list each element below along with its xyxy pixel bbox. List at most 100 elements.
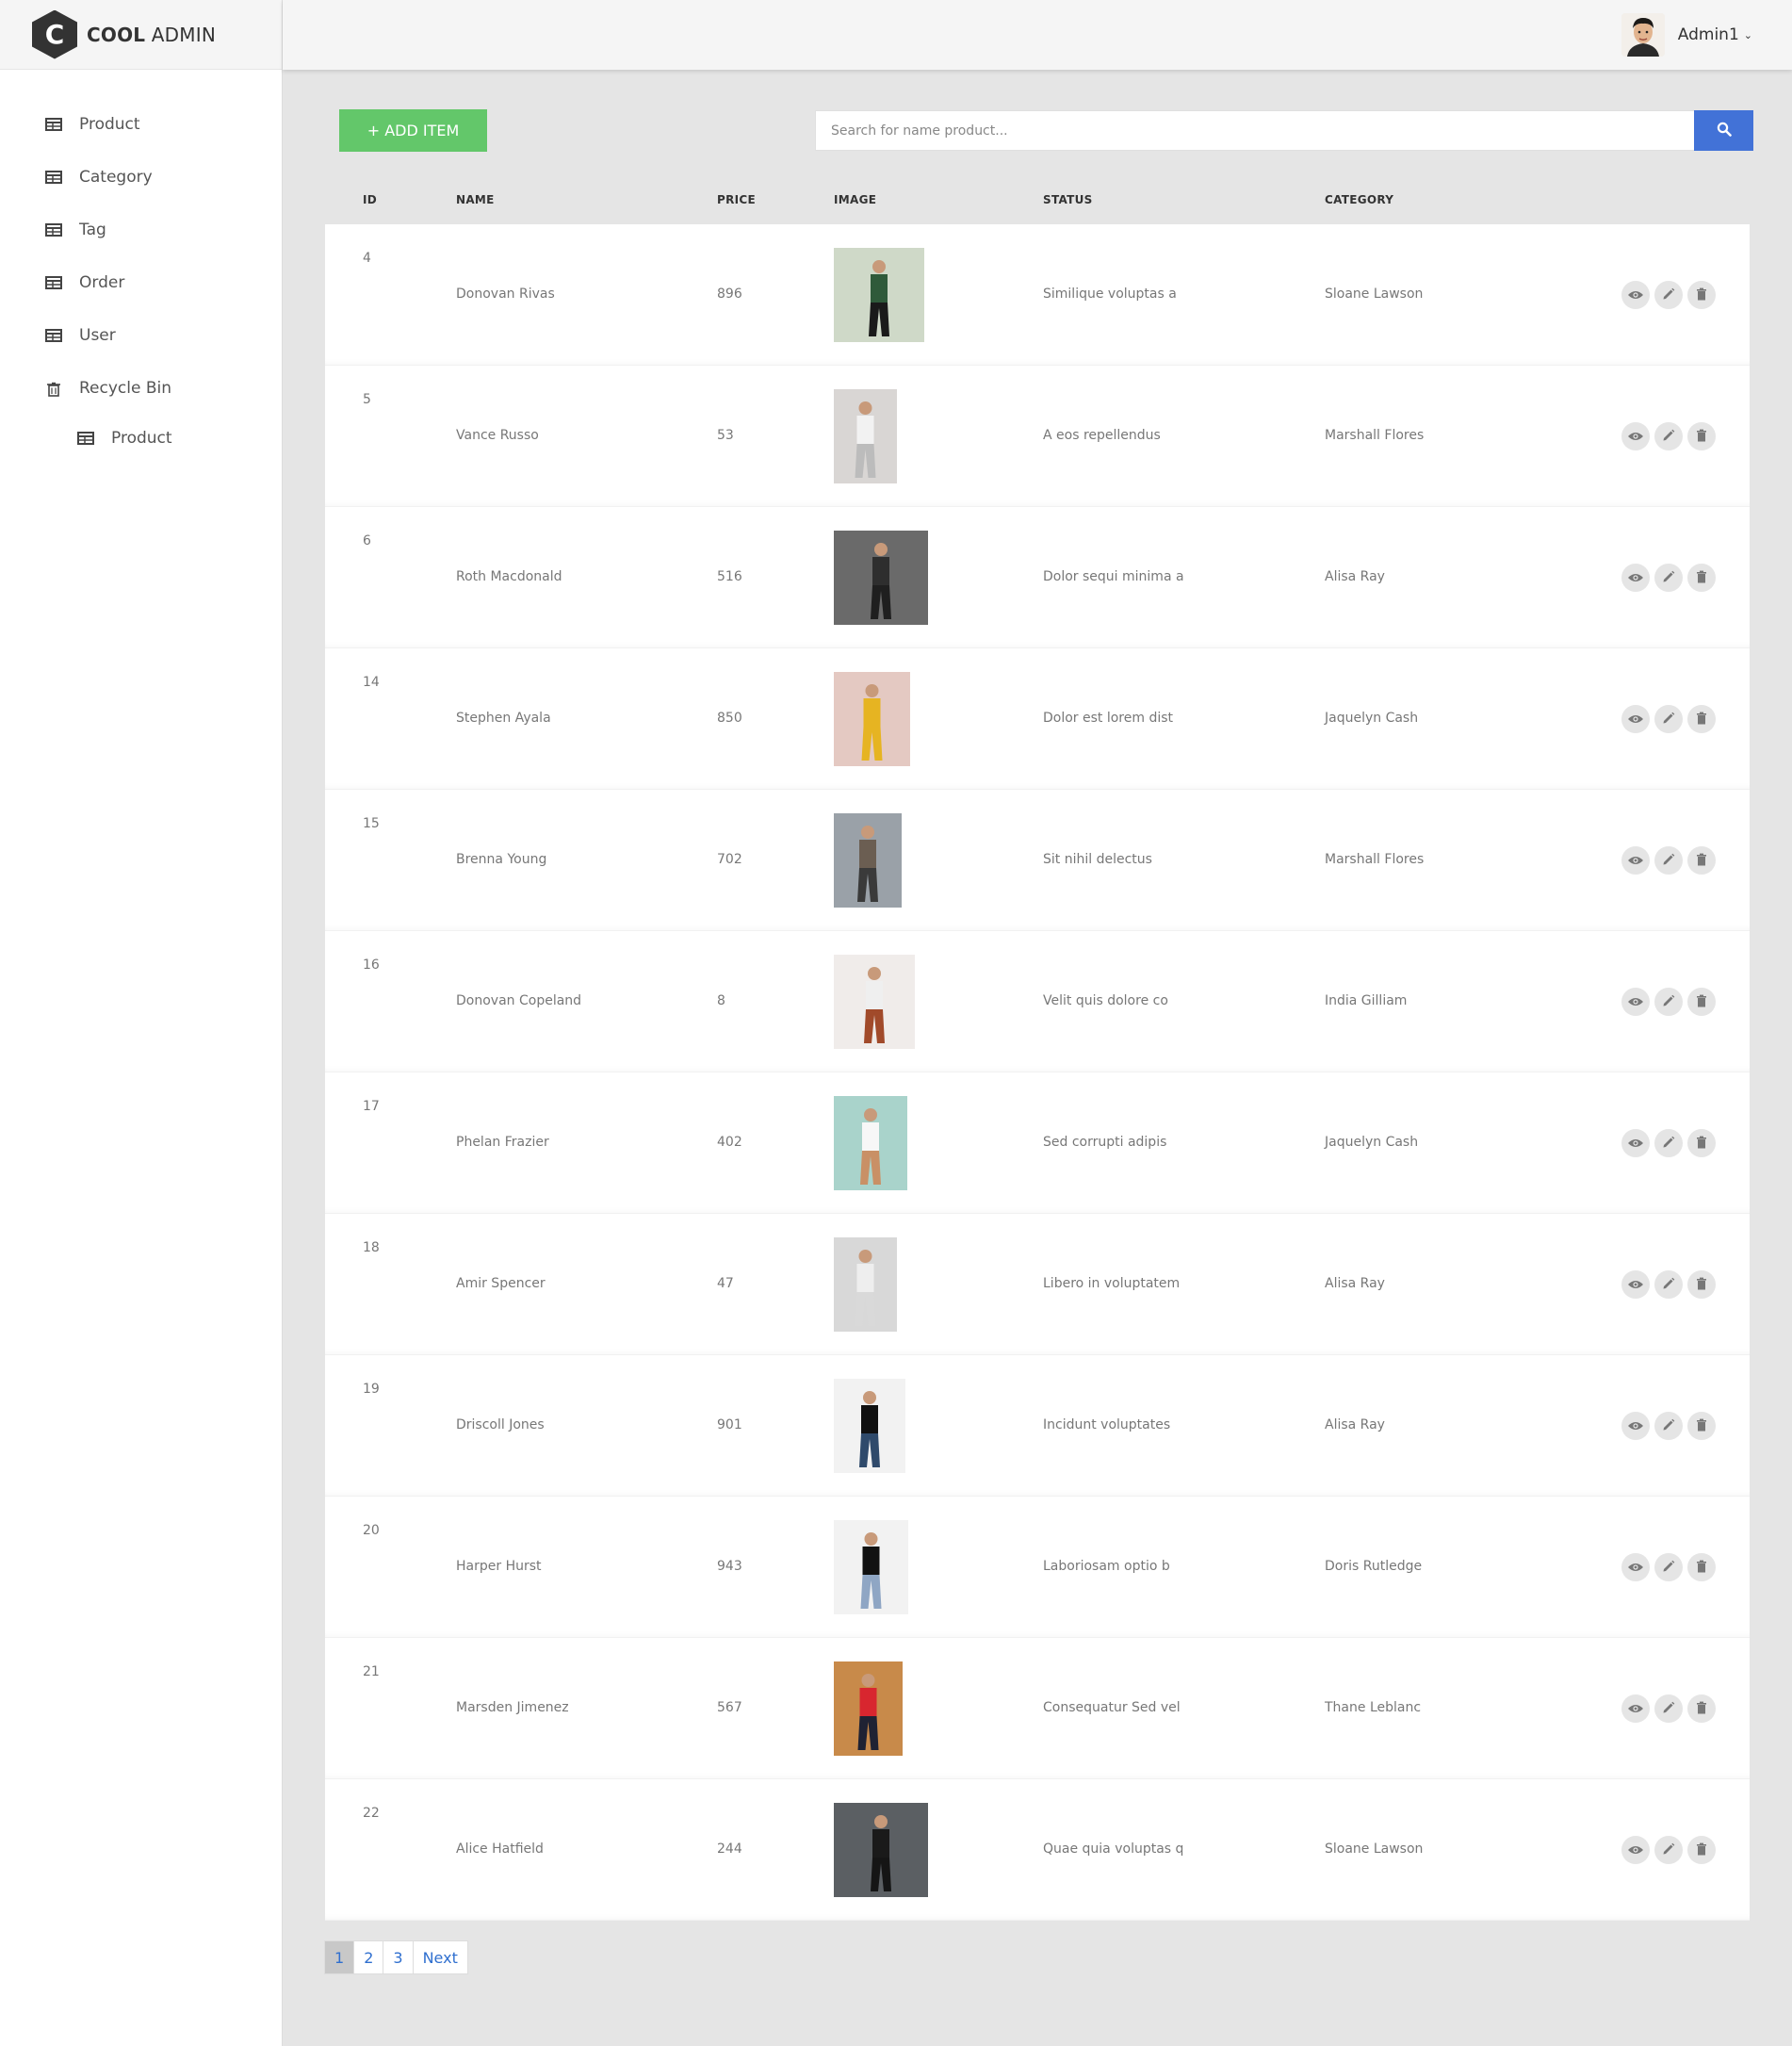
delete-button[interactable] <box>1687 705 1716 733</box>
cell-id: 14 <box>363 675 380 690</box>
delete-button[interactable] <box>1687 1836 1716 1864</box>
delete-button[interactable] <box>1687 846 1716 875</box>
edit-button[interactable] <box>1654 1694 1683 1723</box>
eye-icon <box>1627 1417 1644 1435</box>
edit-button[interactable] <box>1654 1412 1683 1440</box>
cell-id: 6 <box>363 533 371 548</box>
search-input[interactable] <box>815 110 1694 151</box>
cell-id: 19 <box>363 1382 380 1397</box>
next-page-link[interactable]: Next <box>412 1940 468 1974</box>
view-button[interactable] <box>1621 564 1650 592</box>
cell-name: Stephen Ayala <box>456 711 551 726</box>
cell-price: 943 <box>717 1559 742 1574</box>
sidebar-item-order[interactable]: Order <box>0 256 282 309</box>
edit-button[interactable] <box>1654 1129 1683 1157</box>
trash-icon <box>1696 1700 1707 1718</box>
cell-price: 567 <box>717 1700 742 1715</box>
view-button[interactable] <box>1621 846 1650 875</box>
pencil-icon <box>1662 286 1675 304</box>
table-header: ID NAME PRICE IMAGE STATUS CATEGORY <box>325 193 1750 214</box>
row-actions <box>1621 1694 1716 1723</box>
delete-button[interactable] <box>1687 281 1716 309</box>
cell-id: 21 <box>363 1664 380 1679</box>
edit-button[interactable] <box>1654 1553 1683 1581</box>
delete-button[interactable] <box>1687 422 1716 450</box>
trash-icon <box>1696 569 1707 587</box>
cell-price: 901 <box>717 1417 742 1432</box>
delete-button[interactable] <box>1687 564 1716 592</box>
view-button[interactable] <box>1621 988 1650 1016</box>
pencil-icon <box>1662 428 1675 446</box>
sidebar-item-user[interactable]: User <box>0 309 282 362</box>
pencil-icon <box>1662 1276 1675 1294</box>
edit-button[interactable] <box>1654 846 1683 875</box>
sidebar-item-recycle-bin[interactable]: Recycle Bin <box>0 362 282 415</box>
cell-price: 516 <box>717 569 742 584</box>
cell-category: Sloane Lawson <box>1325 286 1424 302</box>
logo-icon: C <box>32 9 77 59</box>
view-button[interactable] <box>1621 1270 1650 1299</box>
cell-category: Thane Leblanc <box>1325 1700 1422 1715</box>
view-button[interactable] <box>1621 281 1650 309</box>
edit-button[interactable] <box>1654 988 1683 1016</box>
view-button[interactable] <box>1621 1553 1650 1581</box>
sidebar-item-category[interactable]: Category <box>0 151 282 204</box>
pencil-icon <box>1662 711 1675 728</box>
row-actions <box>1621 1129 1716 1157</box>
cell-name: Alice Hatfield <box>456 1841 544 1857</box>
product-image <box>834 1096 907 1190</box>
product-image <box>834 248 924 342</box>
view-button[interactable] <box>1621 1129 1650 1157</box>
product-image <box>834 1520 908 1614</box>
row-actions <box>1621 1836 1716 1864</box>
top-header: Admin1 ⌄ <box>283 0 1792 70</box>
edit-button[interactable] <box>1654 422 1683 450</box>
pencil-icon <box>1662 1700 1675 1718</box>
search-button[interactable] <box>1694 110 1753 151</box>
edit-button[interactable] <box>1654 705 1683 733</box>
avatar <box>1621 13 1665 57</box>
account-menu[interactable]: Admin1 ⌄ <box>1621 13 1752 57</box>
delete-button[interactable] <box>1687 1694 1716 1723</box>
row-actions <box>1621 281 1716 309</box>
delete-button[interactable] <box>1687 988 1716 1016</box>
add-item-button[interactable]: + ADD ITEM <box>339 109 487 152</box>
view-button[interactable] <box>1621 1694 1650 1723</box>
row-actions <box>1621 422 1716 450</box>
trash-icon <box>1696 1276 1707 1294</box>
cell-category: Alisa Ray <box>1325 1276 1385 1291</box>
eye-icon <box>1627 1700 1644 1718</box>
page-link-2[interactable]: 2 <box>353 1940 384 1974</box>
delete-button[interactable] <box>1687 1270 1716 1299</box>
edit-button[interactable] <box>1654 564 1683 592</box>
delete-button[interactable] <box>1687 1412 1716 1440</box>
page-link-3[interactable]: 3 <box>383 1940 414 1974</box>
table-row: 18 Amir Spencer 47 Libero in voluptatem … <box>325 1214 1750 1355</box>
eye-icon <box>1627 1841 1644 1859</box>
trash-icon <box>1696 286 1707 304</box>
edit-button[interactable] <box>1654 1836 1683 1864</box>
sidebar-item-product[interactable]: Product <box>0 98 282 151</box>
edit-button[interactable] <box>1654 1270 1683 1299</box>
edit-button[interactable] <box>1654 281 1683 309</box>
view-button[interactable] <box>1621 1836 1650 1864</box>
view-button[interactable] <box>1621 422 1650 450</box>
logo[interactable]: C COOL ADMIN <box>0 0 282 70</box>
trash-icon <box>1696 1135 1707 1153</box>
sidebar-item-label: Order <box>79 273 125 292</box>
sidebar-item-tag[interactable]: Tag <box>0 204 282 256</box>
row-actions <box>1621 1270 1716 1299</box>
table-icon <box>45 223 62 237</box>
sidebar-subitem-product[interactable]: Product <box>0 415 282 462</box>
trash-icon <box>1696 1841 1707 1859</box>
page-link-1[interactable]: 1 <box>324 1940 355 1974</box>
view-button[interactable] <box>1621 1412 1650 1440</box>
trash-icon <box>1696 852 1707 870</box>
pencil-icon <box>1662 852 1675 870</box>
delete-button[interactable] <box>1687 1129 1716 1157</box>
search-bar <box>815 110 1753 151</box>
cell-id: 20 <box>363 1523 380 1538</box>
delete-button[interactable] <box>1687 1553 1716 1581</box>
view-button[interactable] <box>1621 705 1650 733</box>
cell-name: Harper Hurst <box>456 1559 542 1574</box>
